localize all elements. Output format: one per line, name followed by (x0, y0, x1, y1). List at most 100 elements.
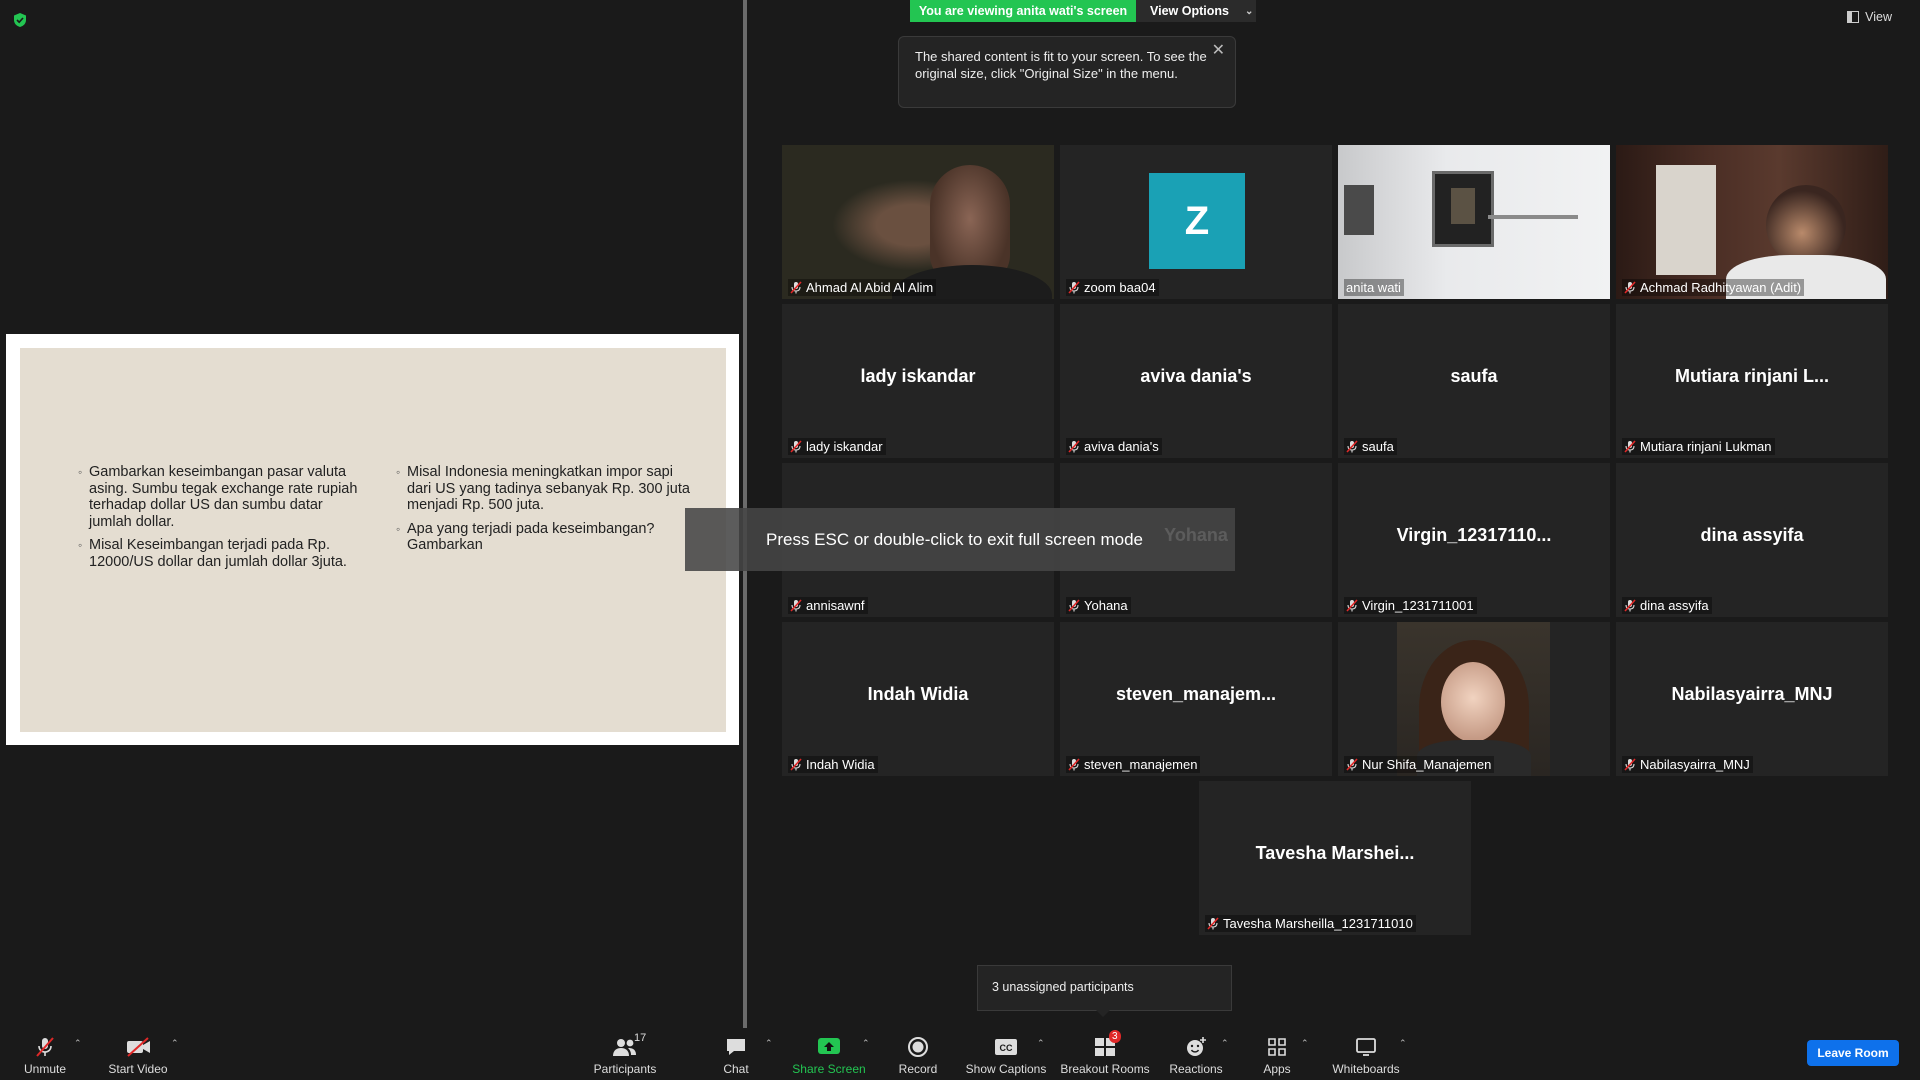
participant-name-label: lady iskandar (788, 438, 886, 455)
participant-tile[interactable]: Nur Shifa_Manajemen (1338, 622, 1610, 776)
participants-label: Participants (593, 1062, 657, 1076)
participant-display-name: Indah Widia (867, 684, 969, 704)
participant-name: zoom baa04 (1084, 280, 1156, 295)
slide-bullet: Misal Keseimbangan terjadi pada Rp. 1200… (78, 537, 358, 570)
participant-display-name: saufa (1450, 366, 1498, 386)
participant-name: lady iskandar (806, 439, 883, 454)
leave-room-button[interactable]: Leave Room (1807, 1040, 1899, 1066)
participant-tile[interactable]: Virgin_12317110... Virgin_1231711001 (1338, 463, 1610, 617)
audio-options-caret[interactable]: ⌃ (74, 1038, 82, 1049)
participant-name-label: Ahmad Al Abid Al Alim (788, 279, 937, 296)
mic-muted-icon (1068, 599, 1080, 612)
participant-name-label: steven_manajemen (1066, 756, 1201, 773)
participant-name-label: annisawnf (788, 597, 868, 614)
participant-name: annisawnf (806, 598, 865, 613)
video-off-icon (127, 1037, 150, 1057)
participant-tile[interactable]: Nabilasyairra_MNJ Nabilasyairra_MNJ (1616, 622, 1888, 776)
svg-text:CC: CC (1000, 1043, 1013, 1053)
participant-name-label: Nur Shifa_Manajemen (1344, 756, 1495, 773)
participant-tile[interactable]: saufa saufa (1338, 304, 1610, 458)
mic-muted-icon (1624, 281, 1636, 294)
close-icon[interactable]: ✕ (1212, 43, 1225, 59)
participant-name: Tavesha Marsheilla_1231711010 (1223, 916, 1413, 931)
chat-icon (727, 1039, 745, 1055)
participant-name-label: Yohana (1066, 597, 1131, 614)
slide-column-left: Gambarkan keseimbangan pasar valuta asin… (78, 464, 358, 577)
participant-tile[interactable]: anita wati (1338, 145, 1610, 299)
fullscreen-notice: Press ESC or double-click to exit full s… (685, 508, 1235, 571)
mic-muted-icon (790, 599, 802, 612)
participant-display-name: Tavesha Marshei... (1255, 843, 1415, 863)
slide-column-right: Misal Indonesia meningkatkan impor sapi … (396, 464, 696, 561)
unassigned-participants-popup[interactable]: 3 unassigned participants (977, 965, 1232, 1017)
captions-options-caret[interactable]: ⌃ (1037, 1038, 1045, 1049)
participant-tile[interactable]: lady iskandar lady iskandar (782, 304, 1054, 458)
participant-name-label: Tavesha Marsheilla_1231711010 (1205, 915, 1416, 932)
participant-name: Mutiara rinjani Lukman (1640, 439, 1772, 454)
participant-name: dina assyifa (1640, 598, 1709, 613)
participant-name: steven_manajemen (1084, 757, 1198, 772)
participant-tile[interactable]: Tavesha Marshei... Tavesha Marsheilla_123… (1199, 781, 1471, 935)
whiteboards-options-caret[interactable]: ⌃ (1399, 1038, 1407, 1049)
participant-tile[interactable]: Mutiara rinjani L... Mutiara rinjani Lukm… (1616, 304, 1888, 458)
participant-name: Nur Shifa_Manajemen (1362, 757, 1492, 772)
show-captions-label: Show Captions (965, 1062, 1047, 1076)
unmute-button[interactable]: Unmute (0, 1028, 95, 1076)
mic-muted-icon (1068, 758, 1080, 771)
participant-display-name: Virgin_12317110... (1396, 525, 1552, 545)
participant-tile[interactable]: steven_manajem... steven_manajemen (1060, 622, 1332, 776)
participant-tile[interactable]: Indah Widia Indah Widia (782, 622, 1054, 776)
video-options-caret[interactable]: ⌃ (171, 1038, 179, 1049)
shared-screen[interactable]: Gambarkan keseimbangan pasar valuta asin… (6, 334, 739, 745)
participant-video (1397, 622, 1550, 776)
share-screen-label: Share Screen (792, 1062, 866, 1076)
captions-icon: CC (995, 1039, 1017, 1055)
participant-tile[interactable]: Zzoom baa04 (1060, 145, 1332, 299)
mic-muted-icon (1624, 599, 1636, 612)
participant-name: Indah Widia (806, 757, 875, 772)
record-button[interactable]: Record (868, 1028, 968, 1076)
viewing-indicator: You are viewing anita wati's screen (910, 0, 1136, 22)
unmute-label: Unmute (23, 1062, 67, 1076)
shield-icon[interactable] (12, 12, 28, 28)
participant-display-name: dina assyifa (1700, 525, 1804, 545)
mic-muted-icon (1346, 758, 1358, 771)
mic-muted-icon (790, 758, 802, 771)
show-captions-button[interactable]: CC Show Captions (956, 1028, 1056, 1076)
participant-name: saufa (1362, 439, 1394, 454)
view-label: View (1865, 10, 1892, 24)
participant-tile[interactable]: Ahmad Al Abid Al Alim (782, 145, 1054, 299)
share-screen-button[interactable]: Share Screen (779, 1028, 879, 1076)
chat-button[interactable]: Chat (686, 1028, 786, 1076)
whiteboard-icon (1356, 1038, 1376, 1056)
mic-muted-icon (36, 1037, 54, 1057)
whiteboards-button[interactable]: Whiteboards (1316, 1028, 1416, 1076)
start-video-button[interactable]: Start Video (88, 1028, 188, 1076)
presentation-slide: Gambarkan keseimbangan pasar valuta asin… (20, 348, 726, 732)
share-banner: You are viewing anita wati's screen View… (910, 0, 1256, 22)
participant-name-label: Achmad Radhityawan (Adit) (1622, 279, 1805, 296)
record-icon (908, 1037, 928, 1057)
reactions-icon (1187, 1037, 1206, 1056)
chat-options-caret[interactable]: ⌃ (765, 1038, 773, 1049)
whiteboards-label: Whiteboards (1332, 1062, 1400, 1076)
participant-name-label: dina assyifa (1622, 597, 1712, 614)
participant-name: aviva dania's (1084, 439, 1159, 454)
apps-options-caret[interactable]: ⌃ (1301, 1038, 1309, 1049)
tooltip-text: The shared content is fit to your screen… (915, 49, 1207, 81)
view-button[interactable]: View (1847, 10, 1892, 24)
view-options-button[interactable]: View Options ⌄ (1136, 0, 1256, 22)
participant-name-label: Nabilasyairra_MNJ (1622, 756, 1753, 773)
mic-muted-icon (1346, 440, 1358, 453)
breakout-rooms-button[interactable]: 3 Breakout Rooms (1055, 1028, 1155, 1076)
share-screen-icon (818, 1038, 840, 1054)
participant-name-label: aviva dania's (1066, 438, 1162, 455)
participant-tile[interactable]: Achmad Radhityawan (Adit) (1616, 145, 1888, 299)
participant-tile[interactable]: aviva dania's aviva dania's (1060, 304, 1332, 458)
participant-name: Achmad Radhityawan (Adit) (1640, 280, 1802, 295)
participants-button[interactable]: 17 Participants (575, 1028, 675, 1076)
apps-button[interactable]: Apps (1227, 1028, 1327, 1076)
participant-tile[interactable]: dina assyifa dina assyifa (1616, 463, 1888, 617)
participant-name-label: Virgin_1231711001 (1344, 597, 1477, 614)
participant-name-label: zoom baa04 (1066, 279, 1159, 296)
